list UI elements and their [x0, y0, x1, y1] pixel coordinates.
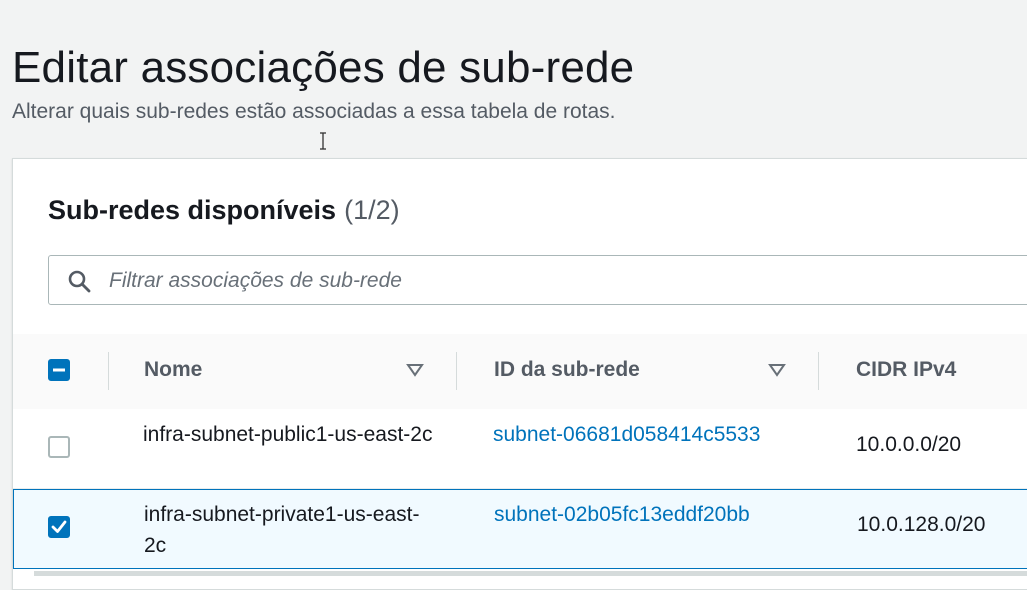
search-icon	[68, 270, 91, 293]
subnets-panel: Sub-redes disponíveis(1/2) Nome ID da su…	[12, 158, 1027, 590]
selection-count: (1/2)	[344, 195, 400, 225]
search-field[interactable]	[48, 255, 1027, 305]
text-cursor-icon	[320, 132, 326, 150]
horizontal-scrollbar[interactable]	[34, 571, 1027, 576]
column-header-subnet-id[interactable]: ID da sub-rede	[494, 358, 640, 382]
column-header-cidr[interactable]: CIDR IPv4	[856, 358, 956, 382]
subnet-cidr: 10.0.128.0/20	[857, 513, 986, 536]
check-icon	[51, 520, 67, 533]
panel-heading-text: Sub-redes disponíveis	[48, 195, 337, 225]
subnet-id-link[interactable]: subnet-06681d058414c5533	[493, 419, 783, 450]
search-input[interactable]	[107, 264, 1011, 298]
page-description: Alterar quais sub-redes estão associadas…	[12, 100, 616, 123]
panel-heading: Sub-redes disponíveis (1/2)	[48, 195, 400, 226]
subnet-cidr: 10.0.0.0/20	[856, 433, 962, 456]
subnet-id-link[interactable]: subnet-02b05fc13eddf20bb	[494, 499, 784, 530]
page-title: Editar associações de sub-rede	[12, 43, 635, 93]
table-header: Nome ID da sub-rede CIDR IPv4	[13, 334, 1027, 410]
column-header-name[interactable]: Nome	[144, 358, 202, 382]
column-divider[interactable]	[456, 352, 457, 390]
table-row[interactable]: infra-subnet-public1-us-east-2c subnet-0…	[13, 409, 1027, 489]
indeterminate-icon	[53, 368, 65, 372]
row-checkbox[interactable]	[48, 516, 70, 538]
row-checkbox[interactable]	[48, 436, 70, 458]
column-divider[interactable]	[818, 352, 819, 390]
column-divider	[108, 352, 109, 390]
subnet-name: infra-subnet-public1-us-east-2c	[143, 423, 433, 446]
sort-name-icon[interactable]	[406, 362, 424, 378]
sort-subnet-id-icon[interactable]	[768, 362, 786, 378]
subnet-name: infra-subnet-private1-us-east-2c	[144, 503, 420, 557]
table-row[interactable]: infra-subnet-private1-us-east-2c subnet-…	[13, 489, 1027, 569]
select-all-checkbox[interactable]	[48, 359, 70, 381]
